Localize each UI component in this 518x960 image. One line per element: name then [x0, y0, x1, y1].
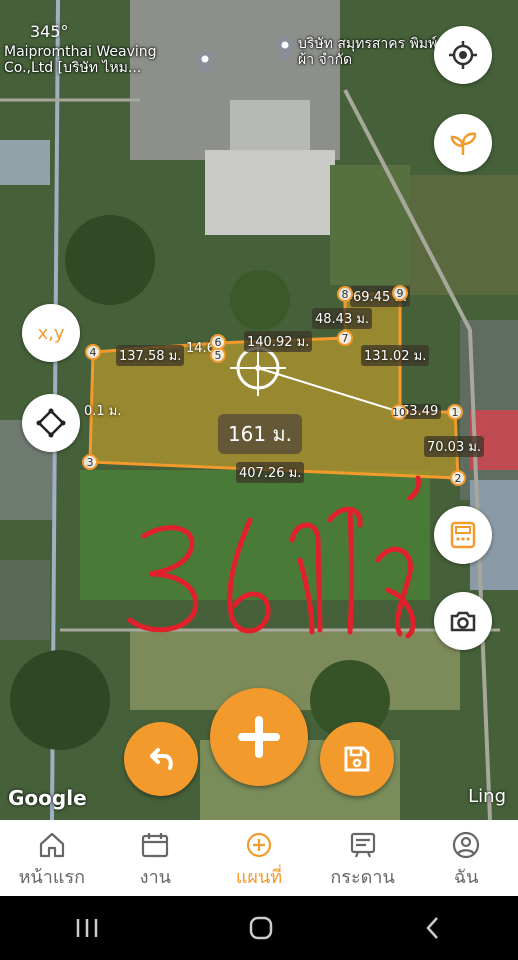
nav-profile[interactable]: ฉัน: [414, 820, 518, 896]
nav-label: กระดาน: [330, 867, 395, 888]
user-icon: [453, 831, 480, 859]
undo-icon: [150, 748, 173, 770]
home-button-icon[interactable]: [248, 915, 274, 941]
map-view[interactable]: 345° Maipromthai Weaving Co.,Ltd [บริษัท…: [0, 0, 518, 820]
plus-icon: [238, 716, 280, 758]
nav-map[interactable]: แผนที่: [207, 820, 311, 896]
nav-board[interactable]: กระดาน: [311, 820, 415, 896]
nav-label: งาน: [139, 867, 171, 888]
save-icon: [344, 746, 370, 772]
recent-apps-icon[interactable]: [74, 917, 100, 939]
nav-home[interactable]: หน้าแรก: [0, 820, 104, 896]
nav-tasks[interactable]: งาน: [104, 820, 208, 896]
home-icon: [39, 832, 64, 858]
save-button[interactable]: [320, 722, 394, 796]
add-point-button[interactable]: [210, 688, 308, 786]
corner-text: Ling: [468, 786, 506, 807]
nav-label: ฉัน: [453, 867, 479, 888]
system-navigation-bar: [0, 896, 518, 960]
board-icon: [350, 832, 375, 858]
back-icon[interactable]: [422, 915, 444, 941]
google-logo: Google: [8, 786, 87, 810]
undo-button[interactable]: [124, 722, 198, 796]
bottom-navigation: หน้าแรก งาน แผนที่ กระดาน ฉัน: [0, 820, 518, 896]
nav-label: แผนที่: [235, 867, 283, 888]
map-plus-icon: [246, 832, 272, 858]
nav-label: หน้าแรก: [18, 867, 86, 888]
calendar-icon: [142, 833, 169, 858]
